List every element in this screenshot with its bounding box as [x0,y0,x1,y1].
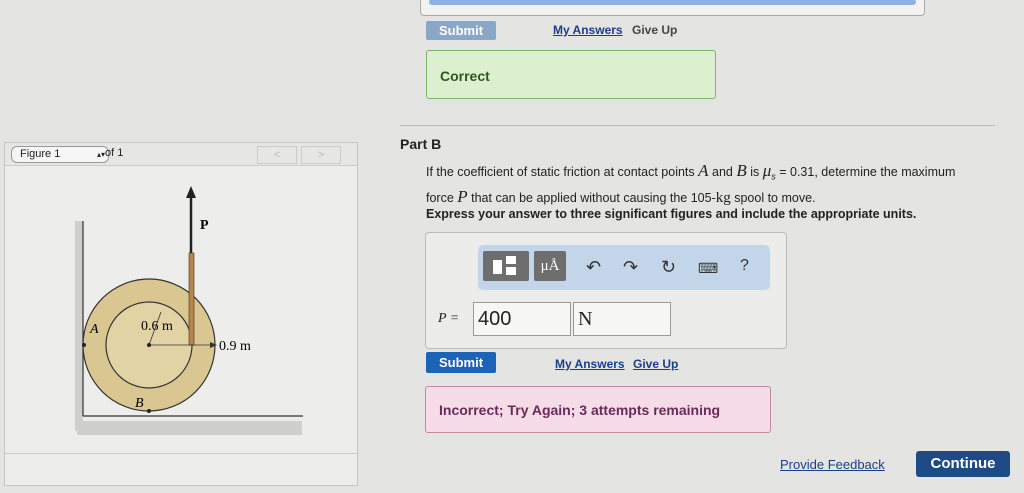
part-a-submit-button[interactable]: Submit [426,21,496,40]
answer-unit-input[interactable]: N [573,302,671,336]
label-b: B [135,396,144,411]
answer-label: P = [438,311,460,326]
continue-button[interactable]: Continue [916,451,1010,477]
figure-select[interactable]: Figure 1 ▴▾ [11,146,109,163]
my-answers-link[interactable]: My Answers [555,357,625,371]
part-a-answer-box [420,0,925,16]
incorrect-text: Incorrect; Try Again; 3 attempts remaini… [439,402,721,418]
units-button[interactable]: μÅ [534,251,566,281]
correct-text: Correct [440,68,490,84]
figure-select-value: Figure 1 [20,148,61,160]
select-arrows-icon: ▴▾ [96,150,105,159]
correct-feedback: Correct [426,50,716,99]
part-a-my-answers-link[interactable]: My Answers [553,23,623,37]
undo-icon[interactable]: ↶ [586,257,601,278]
instruction: Express your answer to three significant… [426,207,917,221]
figure-count: of 1 [105,147,124,159]
spool-figure: P A B 0.6 m 0.9 m [75,186,303,435]
keyboard-icon[interactable]: ⌨ [698,260,718,277]
divider [400,125,995,126]
submit-button[interactable]: Submit [426,352,496,373]
figure-footer [5,453,357,454]
answer-value-input[interactable]: 400 [473,302,571,336]
redo-icon[interactable]: ↷ [623,257,638,278]
label-p: P [200,218,209,233]
reset-icon[interactable]: ↻ [661,257,676,278]
label-inner-radius: 0.6 m [141,319,173,334]
question-text: If the coefficient of static friction at… [426,161,956,206]
label-outer-radius: 0.9 m [219,339,251,354]
incorrect-feedback: Incorrect; Try Again; 3 attempts remaini… [425,386,771,433]
next-figure-button[interactable]: > [301,146,341,164]
provide-feedback-link[interactable]: Provide Feedback [780,457,885,472]
give-up-link[interactable]: Give Up [633,357,678,371]
part-b-title: Part B [400,136,442,152]
prev-figure-button[interactable]: < [257,146,297,164]
figure-panel: Figure 1 ▴▾ of 1 < > P A B 0.6 m 0.9 m [4,142,358,486]
part-a-give-up[interactable]: Give Up [632,23,677,37]
answer-box: μÅ ↶ ↷ ↻ ⌨ ? P = 400 N [425,232,787,349]
math-toolbar: μÅ ↶ ↷ ↻ ⌨ ? [478,245,770,290]
figure-header: Figure 1 ▴▾ of 1 < > [5,143,357,166]
help-button[interactable]: ? [740,257,749,275]
templates-button[interactable] [483,251,529,281]
label-a: A [89,322,99,337]
